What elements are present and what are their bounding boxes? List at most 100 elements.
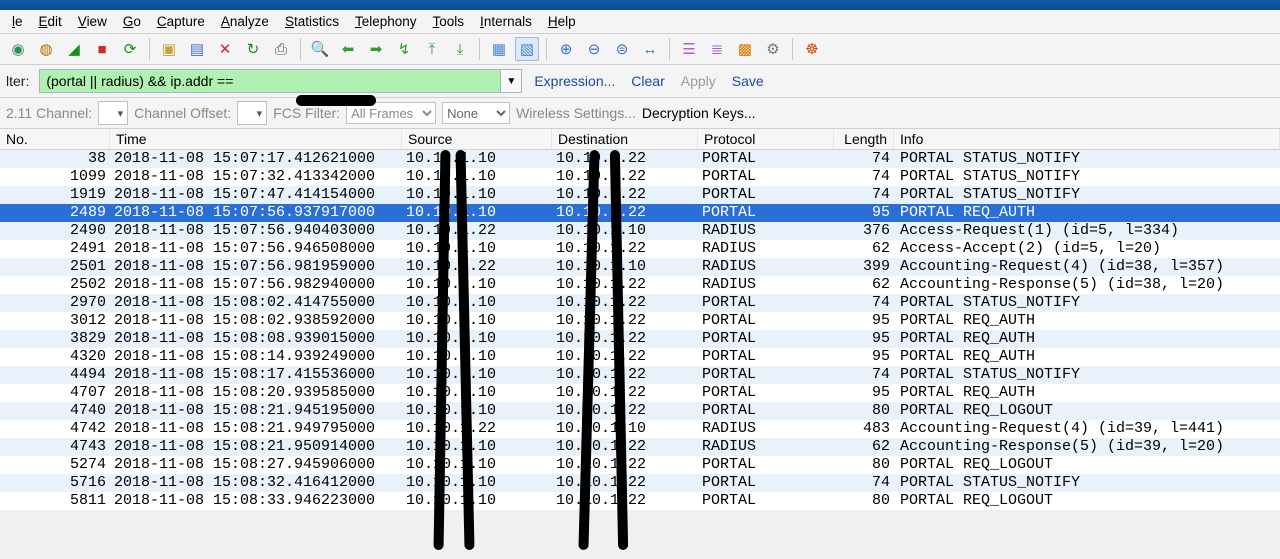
- cell-time: 2018-11-08 15:07:56.940403000: [110, 222, 402, 240]
- menu-internals[interactable]: Internals: [472, 12, 540, 31]
- cell-length: 399: [834, 258, 894, 276]
- col-header-no[interactable]: No.: [0, 129, 110, 149]
- cell-protocol: RADIUS: [698, 222, 834, 240]
- packet-list-body[interactable]: 382018-11-08 15:07:17.41262100010.10.1.1…: [0, 150, 1280, 510]
- cell-destination: 10.10.1.22: [552, 294, 698, 312]
- cell-no: 1099: [0, 168, 110, 186]
- cell-length: 74: [834, 474, 894, 492]
- menu-go[interactable]: Go: [115, 12, 149, 31]
- menu-analyze[interactable]: Analyze: [213, 12, 277, 31]
- resize-columns-icon[interactable]: ↔: [638, 37, 662, 61]
- go-back-icon[interactable]: ⬅: [336, 37, 360, 61]
- packet-row[interactable]: 382018-11-08 15:07:17.41262100010.10.1.1…: [0, 150, 1280, 168]
- menu-tools[interactable]: Tools: [425, 12, 473, 31]
- filter-expression-button[interactable]: Expression...: [530, 71, 619, 91]
- wireless-decode-select[interactable]: None: [442, 102, 510, 124]
- filter-clear-button[interactable]: Clear: [627, 71, 668, 91]
- packet-row[interactable]: 29702018-11-08 15:08:02.41475500010.10.1…: [0, 294, 1280, 312]
- packet-row[interactable]: 47072018-11-08 15:08:20.93958500010.10.1…: [0, 384, 1280, 402]
- cell-no: 3012: [0, 312, 110, 330]
- find-icon[interactable]: 🔍: [308, 37, 332, 61]
- wireless-fcs-select[interactable]: All Frames: [346, 102, 436, 124]
- display-filters-icon[interactable]: ≣: [705, 37, 729, 61]
- packet-row[interactable]: 24902018-11-08 15:07:56.94040300010.10.1…: [0, 222, 1280, 240]
- packet-row[interactable]: 47422018-11-08 15:08:21.94979500010.10.1…: [0, 420, 1280, 438]
- iface-list-icon[interactable]: ◉: [6, 37, 30, 61]
- col-header-length[interactable]: Length: [834, 129, 894, 149]
- packet-row[interactable]: 25012018-11-08 15:07:56.98195900010.10.1…: [0, 258, 1280, 276]
- packet-row[interactable]: 25022018-11-08 15:07:56.98294000010.10.1…: [0, 276, 1280, 294]
- go-last-icon[interactable]: ⤓: [448, 37, 472, 61]
- col-header-info[interactable]: Info: [894, 129, 1280, 149]
- cell-destination: 10.10.1.22: [552, 366, 698, 384]
- capture-start-icon[interactable]: ◢: [62, 37, 86, 61]
- capture-restart-icon[interactable]: ⟳: [118, 37, 142, 61]
- menu-capture[interactable]: Capture: [149, 12, 213, 31]
- print-icon[interactable]: ⎙: [269, 37, 293, 61]
- wireless-channel-select[interactable]: ▾: [98, 101, 128, 125]
- filter-save-button[interactable]: Save: [728, 71, 768, 91]
- packet-row[interactable]: 47432018-11-08 15:08:21.95091400010.10.1…: [0, 438, 1280, 456]
- packet-row[interactable]: 43202018-11-08 15:08:14.93924900010.10.1…: [0, 348, 1280, 366]
- cell-length: 95: [834, 348, 894, 366]
- filter-label: lter:: [6, 73, 29, 89]
- menu-statistics[interactable]: Statistics: [277, 12, 347, 31]
- go-forward-icon[interactable]: ➡: [364, 37, 388, 61]
- wireless-settings-button[interactable]: Wireless Settings...: [516, 105, 636, 121]
- packet-row[interactable]: 10992018-11-08 15:07:32.41334200010.10.1…: [0, 168, 1280, 186]
- cell-length: 80: [834, 402, 894, 420]
- display-filter-input[interactable]: [39, 69, 500, 93]
- packet-row[interactable]: 24892018-11-08 15:07:56.93791700010.10.1…: [0, 204, 1280, 222]
- menu-view[interactable]: View: [70, 12, 115, 31]
- packet-row[interactable]: 47402018-11-08 15:08:21.94519500010.10.1…: [0, 402, 1280, 420]
- cell-length: 62: [834, 276, 894, 294]
- cell-time: 2018-11-08 15:07:47.414154000: [110, 186, 402, 204]
- menu-telephony[interactable]: Telephony: [347, 12, 425, 31]
- help-icon[interactable]: ☸: [800, 37, 824, 61]
- file-close-icon[interactable]: ✕: [213, 37, 237, 61]
- zoom-normal-icon[interactable]: ⊜: [610, 37, 634, 61]
- cell-time: 2018-11-08 15:08:32.416412000: [110, 474, 402, 492]
- col-header-destination[interactable]: Destination: [552, 129, 698, 149]
- wireless-offset-select[interactable]: ▾: [237, 101, 267, 125]
- packet-row[interactable]: 24912018-11-08 15:07:56.94650800010.10.1…: [0, 240, 1280, 258]
- file-open-icon[interactable]: ▣: [157, 37, 181, 61]
- coloring-rules-icon[interactable]: ▩: [733, 37, 757, 61]
- auto-scroll-icon[interactable]: ▧: [515, 37, 539, 61]
- go-to-packet-icon[interactable]: ↯: [392, 37, 416, 61]
- menu-le[interactable]: le: [4, 12, 31, 31]
- cell-length: 74: [834, 168, 894, 186]
- packet-row[interactable]: 44942018-11-08 15:08:17.41553600010.10.1…: [0, 366, 1280, 384]
- col-header-time[interactable]: Time: [110, 129, 402, 149]
- go-first-icon[interactable]: ⤒: [420, 37, 444, 61]
- packet-row[interactable]: 38292018-11-08 15:08:08.93901500010.10.1…: [0, 330, 1280, 348]
- colorize-icon[interactable]: ▦: [487, 37, 511, 61]
- filter-dropdown-button[interactable]: ▼: [500, 69, 522, 93]
- decryption-keys-button[interactable]: Decryption Keys...: [642, 105, 756, 121]
- menu-edit[interactable]: Edit: [31, 12, 70, 31]
- packet-row[interactable]: 58112018-11-08 15:08:33.94622300010.10.1…: [0, 492, 1280, 510]
- col-header-source[interactable]: Source: [402, 129, 552, 149]
- zoom-out-icon[interactable]: ⊖: [582, 37, 606, 61]
- packet-row[interactable]: 52742018-11-08 15:08:27.94590600010.10.1…: [0, 456, 1280, 474]
- cell-info: PORTAL STATUS_NOTIFY: [894, 150, 1280, 168]
- iface-options-icon[interactable]: ◍: [34, 37, 58, 61]
- cell-protocol: RADIUS: [698, 438, 834, 456]
- packet-row[interactable]: 57162018-11-08 15:08:32.41641200010.10.1…: [0, 474, 1280, 492]
- capture-stop-icon[interactable]: ■: [90, 37, 114, 61]
- packet-row[interactable]: 19192018-11-08 15:07:47.41415400010.10.1…: [0, 186, 1280, 204]
- col-header-protocol[interactable]: Protocol: [698, 129, 834, 149]
- preferences-icon[interactable]: ⚙: [761, 37, 785, 61]
- cell-info: Accounting-Response(5) (id=39, l=20): [894, 438, 1280, 456]
- zoom-in-icon[interactable]: ⊕: [554, 37, 578, 61]
- cell-info: PORTAL STATUS_NOTIFY: [894, 366, 1280, 384]
- packet-list[interactable]: No. Time Source Destination Protocol Len…: [0, 129, 1280, 510]
- cell-time: 2018-11-08 15:08:27.945906000: [110, 456, 402, 474]
- cell-source: 10.10.1.10: [402, 276, 552, 294]
- file-save-icon[interactable]: ▤: [185, 37, 209, 61]
- packet-row[interactable]: 30122018-11-08 15:08:02.93859200010.10.1…: [0, 312, 1280, 330]
- menu-help[interactable]: Help: [540, 12, 584, 31]
- reload-icon[interactable]: ↻: [241, 37, 265, 61]
- filter-apply-button[interactable]: Apply: [677, 71, 720, 91]
- capture-filters-icon[interactable]: ☰: [677, 37, 701, 61]
